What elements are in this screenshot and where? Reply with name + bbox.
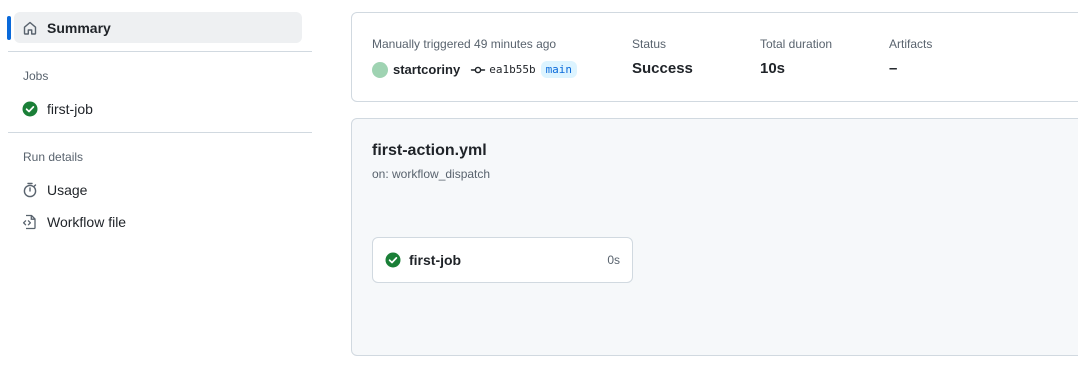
home-icon — [22, 20, 38, 36]
job-card-first-job[interactable]: first-job 0s — [372, 237, 633, 283]
sidebar-item-first-job[interactable]: first-job — [14, 93, 302, 124]
sidebar-item-workflow-file[interactable]: Workflow file — [14, 206, 302, 237]
check-circle-icon — [22, 101, 38, 117]
job-name: first-job — [409, 252, 462, 268]
divider — [8, 132, 312, 133]
commit-sha-link[interactable]: ea1b55b — [489, 63, 535, 76]
actor-link[interactable]: startcoriny — [393, 62, 460, 77]
artifacts-value: – — [889, 60, 898, 77]
branch-label[interactable]: main — [540, 61, 578, 78]
sidebar-item-label: Summary — [47, 19, 111, 36]
duration-label: Total duration — [760, 37, 833, 51]
status-label: Status — [632, 37, 667, 51]
sidebar-item-label: first-job — [47, 100, 93, 117]
avatar[interactable] — [372, 61, 388, 78]
sidebar: Summary Jobs first-job Run details Usage… — [0, 0, 320, 376]
git-commit-icon — [470, 62, 486, 78]
job-duration: 0s — [607, 253, 620, 267]
file-code-icon — [22, 214, 38, 230]
status-value: Success — [632, 60, 693, 77]
workflow-trigger: on: workflow_dispatch — [372, 167, 491, 181]
divider — [8, 51, 312, 52]
artifacts-label: Artifacts — [889, 37, 933, 51]
workflow-graph: first-action.yml on: workflow_dispatch f… — [351, 118, 1078, 356]
active-indicator — [7, 16, 11, 40]
check-circle-icon — [385, 252, 401, 268]
run-summary-card: Manually triggered 49 minutes ago startc… — [351, 12, 1078, 102]
run-details-heading: Run details — [23, 150, 84, 164]
workflow-title: first-action.yml — [372, 142, 487, 159]
trigger-label: Manually triggered 49 minutes ago — [372, 37, 557, 51]
sidebar-item-label: Workflow file — [47, 213, 127, 230]
actor-row: startcoriny ea1b55b main — [372, 61, 578, 78]
duration-value: 10s — [760, 60, 786, 77]
sidebar-item-usage[interactable]: Usage — [14, 174, 302, 205]
sidebar-item-label: Usage — [47, 181, 88, 198]
jobs-heading: Jobs — [23, 69, 49, 83]
sidebar-item-summary[interactable]: Summary — [14, 12, 302, 43]
stopwatch-icon — [22, 182, 38, 198]
